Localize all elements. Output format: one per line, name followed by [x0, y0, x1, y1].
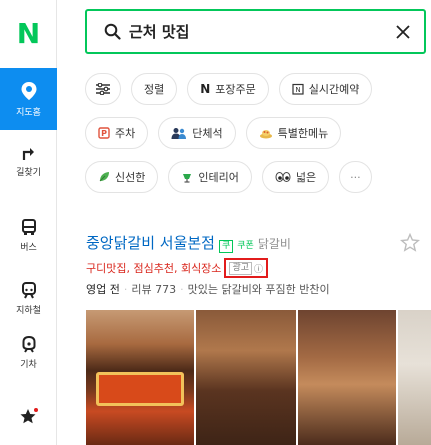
result-meta-row: 영업 전 · 리뷰 773 · 맛있는 닭갈비와 푸짐한 반찬이 — [86, 281, 330, 297]
rail-item-label: 지도홈 — [16, 107, 41, 118]
parking-icon: P — [98, 127, 110, 139]
meta-separator: · — [180, 283, 184, 296]
result-photo-strip[interactable] — [86, 310, 431, 445]
map-pin-icon — [21, 81, 36, 100]
rail-item-label: 길찾기 — [16, 167, 41, 178]
group-seating-chip[interactable]: 단체석 — [158, 117, 236, 149]
rail-item-map-home[interactable]: 지도홈 — [0, 68, 57, 130]
train-icon — [22, 336, 35, 353]
chip-label: 단체석 — [192, 127, 223, 140]
review-snippet: 맛있는 닭갈비와 푸짐한 반찬이 — [187, 283, 330, 296]
parking-chip[interactable]: P 주차 — [85, 117, 149, 149]
rail-item-bus[interactable]: 버스 — [0, 205, 57, 267]
result-photo-menu[interactable] — [398, 310, 431, 445]
interior-chip[interactable]: 인테리어 — [168, 161, 252, 193]
svg-text:P: P — [101, 129, 107, 138]
special-menu-icon — [259, 130, 272, 139]
save-favorite-button[interactable] — [399, 232, 421, 256]
storefront-sign-graphic — [96, 372, 184, 406]
rail-item-label: 기차 — [20, 360, 37, 370]
result-keywords: 구디맛집, 점심추천, 회식장소 — [86, 262, 222, 275]
rail-item-label: 지하철 — [16, 306, 41, 316]
reservation-icon: N — [292, 83, 304, 95]
clear-search-button[interactable] — [394, 23, 412, 41]
rail-item-label: 버스 — [20, 243, 37, 253]
chip-label: 주차 — [115, 127, 136, 140]
favorite-star-icon — [20, 408, 38, 424]
result-keywords-row: 구디맛집, 점심추천, 회식장소 광고 ⓘ — [86, 258, 269, 278]
filter-chip-row-2: P 주차 단체석 특별한메뉴 — [85, 117, 342, 149]
directions-icon — [22, 147, 34, 160]
search-box — [85, 9, 426, 54]
naver-n-icon: N — [200, 82, 211, 96]
interior-icon — [183, 174, 192, 183]
info-icon[interactable]: ⓘ — [254, 262, 263, 275]
realtime-reservation-chip[interactable]: N 실시간예약 — [278, 73, 373, 105]
group-icon — [171, 128, 187, 139]
naver-logo[interactable]: N — [0, 0, 57, 66]
close-icon — [396, 25, 410, 39]
chip-label: 넓은 — [295, 171, 317, 184]
svg-text:N: N — [295, 86, 300, 94]
bus-icon — [21, 219, 36, 235]
business-status: 영업 전 — [86, 283, 120, 296]
chip-label: 특별한메뉴 — [277, 127, 329, 140]
ad-label: 광고 — [229, 261, 252, 275]
sort-chip[interactable]: 정렬 — [131, 73, 178, 105]
search-icon — [104, 23, 121, 40]
takeout-order-chip[interactable]: N 포장주문 — [187, 73, 269, 105]
naver-logo-text: N — [16, 16, 41, 50]
chip-label: 포장주문 — [215, 83, 256, 96]
chip-label: 실시간예약 — [308, 83, 360, 96]
subway-icon — [21, 282, 36, 299]
coupon-badge: 쿠 — [218, 240, 234, 253]
spacious-chip[interactable]: 넓은 — [261, 161, 330, 193]
filter-settings-chip[interactable] — [85, 73, 121, 105]
result-category: 닭갈비 — [257, 237, 291, 251]
result-photo-dining-hall[interactable] — [298, 310, 396, 445]
result-title-row: 중앙닭갈비 서울본점 쿠 쿠폰 닭갈비 — [86, 232, 291, 253]
rail-item-subway[interactable]: 지하철 — [0, 268, 57, 330]
map-search-screen: N 지도홈 길찾기 버스 지하철 기차 근처 맛집 정렬 N 포장주문 N 실시… — [0, 0, 431, 445]
eyes-icon — [275, 172, 291, 182]
result-photo-interior[interactable] — [196, 310, 296, 445]
result-photo-storefront[interactable] — [86, 310, 194, 445]
ad-indicator-highlight: 광고 ⓘ — [224, 258, 269, 278]
filter-chip-row-1: 정렬 N 포장주문 N 실시간예약 — [85, 73, 373, 105]
more-icon: ··· — [350, 170, 361, 184]
chip-label: 정렬 — [144, 83, 165, 96]
fresh-chip[interactable]: 신선한 — [85, 161, 159, 193]
result-title-link[interactable]: 중앙닭갈비 서울본점 — [86, 232, 215, 253]
chip-label: 인테리어 — [198, 171, 239, 184]
review-count[interactable]: 리뷰 773 — [131, 283, 176, 296]
meta-separator: · — [123, 283, 128, 296]
star-outline-icon — [399, 232, 421, 252]
chip-label: 신선한 — [115, 171, 146, 184]
left-nav-rail: N 지도홈 길찾기 버스 지하철 기차 — [0, 0, 57, 445]
rail-item-favorites[interactable] — [0, 392, 57, 442]
filter-icon — [96, 83, 110, 95]
more-filters-chip[interactable]: ··· — [339, 161, 372, 193]
special-menu-chip[interactable]: 특별한메뉴 — [245, 117, 342, 149]
search-input[interactable] — [129, 22, 369, 41]
filter-chip-row-3: 신선한 인테리어 넓은 ··· — [85, 161, 372, 193]
leaf-icon — [99, 172, 109, 182]
rail-item-train[interactable]: 기차 — [0, 322, 57, 384]
rail-item-directions[interactable]: 길찾기 — [0, 130, 57, 192]
coupon-badge-text: 쿠폰 — [237, 241, 254, 251]
